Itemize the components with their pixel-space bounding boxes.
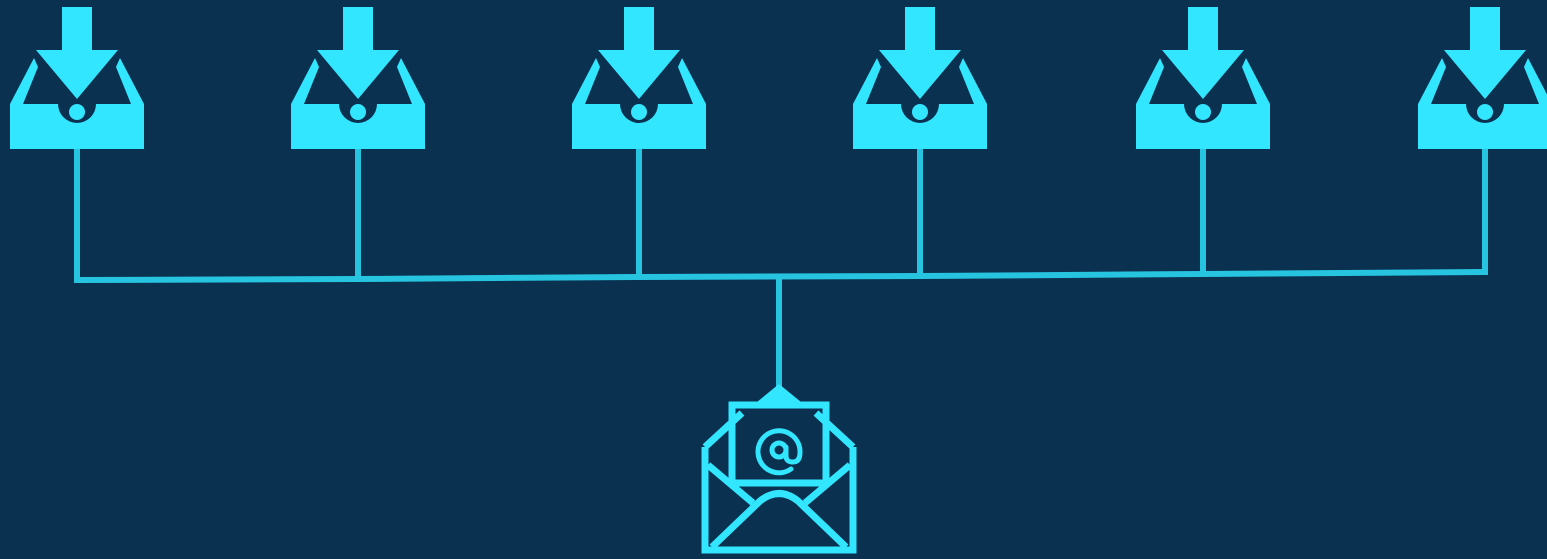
email-distribution-diagram xyxy=(0,0,1547,559)
